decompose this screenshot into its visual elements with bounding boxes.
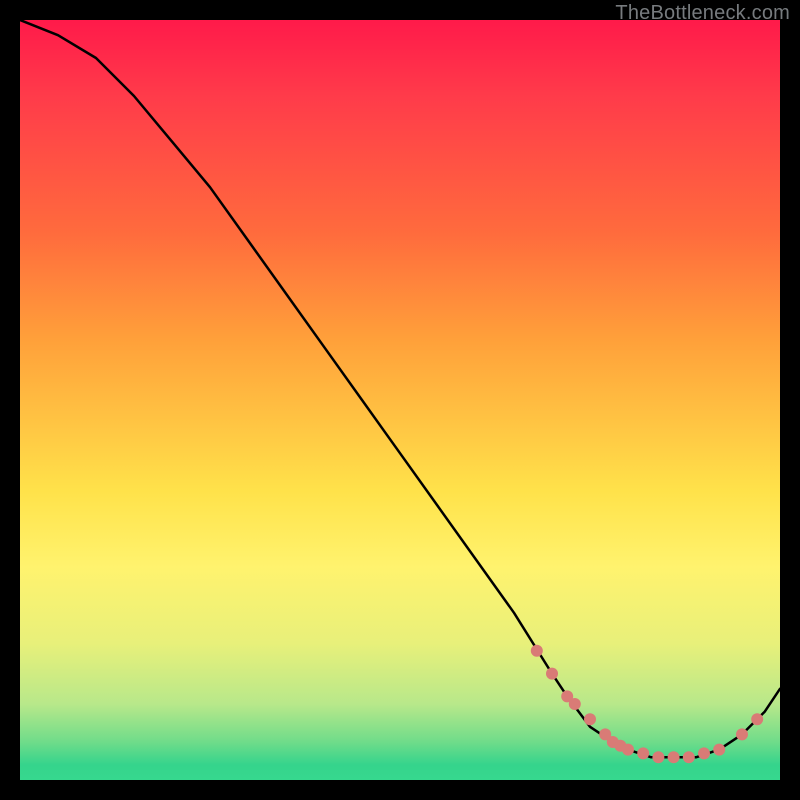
- data-marker: [652, 751, 664, 763]
- data-marker: [668, 751, 680, 763]
- data-marker: [637, 747, 649, 759]
- data-marker: [698, 747, 710, 759]
- attribution-label: TheBottleneck.com: [615, 2, 790, 25]
- data-marker: [584, 713, 596, 725]
- data-marker: [713, 744, 725, 756]
- curve-line: [20, 20, 780, 757]
- data-marker: [546, 668, 558, 680]
- data-marker: [683, 751, 695, 763]
- data-marker: [751, 713, 763, 725]
- data-marker: [569, 698, 581, 710]
- data-marker: [622, 744, 634, 756]
- marker-group: [531, 645, 763, 763]
- chart-container: TheBottleneck.com: [0, 0, 800, 800]
- data-marker: [736, 728, 748, 740]
- plot-area: [20, 20, 780, 780]
- data-marker: [531, 645, 543, 657]
- chart-svg: [20, 20, 780, 780]
